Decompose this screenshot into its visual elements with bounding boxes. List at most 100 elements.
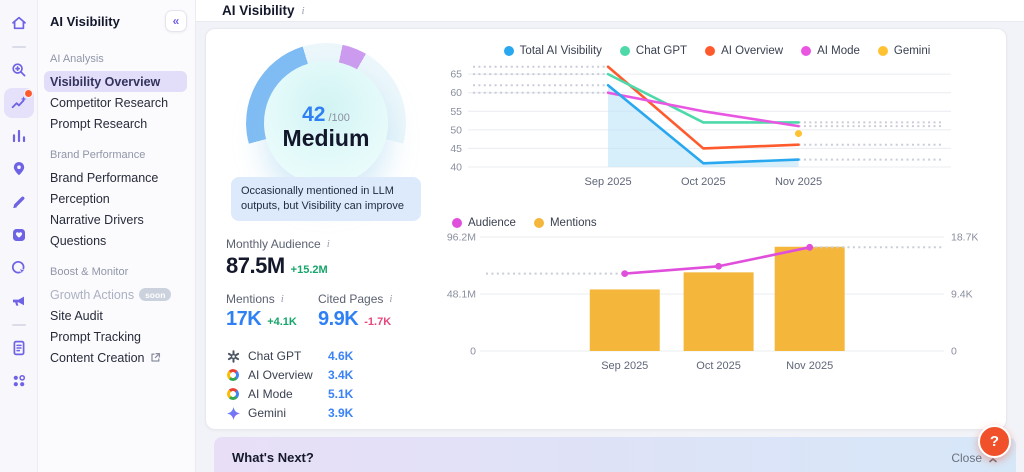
legend-label: Gemini <box>893 45 931 57</box>
svg-text:0: 0 <box>470 346 476 358</box>
keyword-research-icon <box>11 63 25 77</box>
sidebar-header: AI Visibility « <box>38 8 195 34</box>
sidebar-item-label: Content Creation <box>50 350 145 365</box>
legend-item-audience[interactable]: Audience <box>452 217 516 229</box>
external-link-icon <box>150 352 161 363</box>
legend-dot <box>619 46 630 56</box>
sidebar-section-label: Boost & Monitor <box>50 266 129 278</box>
traffic-icon <box>11 260 27 276</box>
local-seo-icon <box>13 162 24 176</box>
sidebar-item-perception[interactable]: Perception <box>44 188 187 209</box>
ai-visibility-card: 42 /100 Medium Occasionally mentioned in… <box>205 28 1007 430</box>
breakdown-name: Gemini <box>248 406 287 421</box>
info-icon[interactable]: i <box>389 293 392 305</box>
rail-apps-icon[interactable] <box>4 366 34 396</box>
home-icon <box>11 16 26 30</box>
reports-icon <box>13 340 24 356</box>
info-icon[interactable]: i <box>281 293 284 305</box>
legend-item-mentions[interactable]: Mentions <box>533 217 597 229</box>
sidebar-item-content-creation[interactable]: Content Creation <box>44 347 187 368</box>
visibility-score-value: 42 <box>302 102 326 126</box>
svg-text:96.2M: 96.2M <box>447 232 476 244</box>
sidebar-item-brand-performance[interactable]: Brand Performance <box>44 167 187 188</box>
visibility-trend-chart[interactable]: 40 45 50 55 60 65 Sep 2025 Oct 2025 Nov 2025 <box>444 57 990 207</box>
svg-text:40: 40 <box>450 162 462 174</box>
legend-item-total-ai-visibility[interactable]: Total AI Visibility <box>503 45 602 57</box>
sidebar-item-narrative-drivers[interactable]: Narrative Drivers <box>44 209 187 230</box>
gemini-icon <box>226 406 240 420</box>
stats-block: Monthly Audience i 87.5M +15.2M Mentions <box>222 237 430 423</box>
legend-dot <box>533 218 544 228</box>
info-icon[interactable]: i <box>327 238 330 250</box>
sidebar-collapse-button[interactable]: « <box>165 10 187 32</box>
legend-label: Mentions <box>549 217 597 229</box>
monthly-audience-delta: +15.2M <box>290 263 328 276</box>
svg-text:Nov 2025: Nov 2025 <box>775 176 822 188</box>
rail-keyword-research-icon[interactable] <box>4 55 34 85</box>
cited-pages-delta: -1.7K <box>364 315 392 328</box>
sidebar-item-growth-actions[interactable]: Growth Actions soon <box>44 284 187 305</box>
legend-item-ai-mode[interactable]: AI Mode <box>801 45 860 57</box>
mentions-stat: Mentions i 17K +4.1K <box>226 292 318 331</box>
svg-text:Sep 2025: Sep 2025 <box>584 176 631 188</box>
analytics-icon <box>12 129 25 143</box>
svg-text:Oct 2025: Oct 2025 <box>681 176 726 188</box>
monthly-audience-label: Monthly Audience <box>226 236 321 251</box>
rail-analytics-icon[interactable] <box>4 121 34 151</box>
sidebar-section-label: AI Analysis <box>50 53 104 65</box>
info-icon[interactable]: i <box>302 5 305 17</box>
sidebar-item-prompt-research[interactable]: Prompt Research <box>44 113 187 134</box>
rail-ai-toolkit-icon[interactable] <box>3 88 34 118</box>
sidebar-item-site-audit[interactable]: Site Audit <box>44 305 187 326</box>
sidebar-section-label: Brand Performance <box>50 149 146 161</box>
mentions-label: Mentions <box>226 291 275 306</box>
charts-column: Total AI Visibility Chat GPT AI Overview AI… <box>444 43 990 415</box>
svg-text:Nov 2025: Nov 2025 <box>786 360 833 372</box>
rail-local-seo-icon[interactable] <box>4 154 34 184</box>
mentions-breakdown: Chat GPT 4.6K AI Overview 3.4K AI Mode 5.1K Ge… <box>226 347 430 423</box>
legend-item-ai-overview[interactable]: AI Overview <box>705 45 783 57</box>
chatgpt-icon <box>227 349 239 363</box>
legend-item-gemini[interactable]: Gemini <box>877 45 931 57</box>
breakdown-value: 3.9K <box>328 406 354 421</box>
breakdown-value: 3.4K <box>328 368 354 383</box>
legend-dot <box>452 218 462 228</box>
soon-badge: soon <box>139 288 172 301</box>
audience-mentions-chart[interactable]: 0 0 48.1M 9.4K 96.2M 18.7K Sep 2025 Oct 2025 Nov… <box>444 229 990 379</box>
sidebar-item-label: Prompt Research <box>50 116 148 131</box>
rail-traffic-icon[interactable] <box>4 253 34 283</box>
rail-reports-icon[interactable] <box>4 333 34 363</box>
main-area: AI Visibility i 42 /100 Medium Occasiona… <box>196 0 1024 472</box>
breakdown-row-ai-overview: AI Overview 3.4K <box>226 366 430 385</box>
visibility-score-max: /100 <box>328 111 350 124</box>
svg-text:9.4K: 9.4K <box>951 289 973 301</box>
audience-chart-legend: Audience Mentions <box>444 217 990 229</box>
rail-home-icon[interactable] <box>4 8 34 38</box>
rail-content-icon[interactable] <box>4 187 34 217</box>
sidebar-item-label: Narrative Drivers <box>50 212 144 227</box>
sidebar-item-label: Site Audit <box>50 308 103 323</box>
sidebar-item-label: Visibility Overview <box>50 74 161 89</box>
sidebar-item-visibility-overview[interactable]: Visibility Overview <box>44 71 187 92</box>
legend-item-chat-gpt[interactable]: Chat GPT <box>619 45 687 57</box>
breakdown-value: 5.1K <box>328 387 354 402</box>
page-header: AI Visibility i <box>196 0 1024 22</box>
apps-icon <box>13 374 25 387</box>
sidebar-item-competitor-research[interactable]: Competitor Research <box>44 92 187 113</box>
sidebar-item-label: Prompt Tracking <box>50 329 142 344</box>
cited-pages-value: 9.9K <box>318 307 359 330</box>
breakdown-value: 4.6K <box>328 349 354 364</box>
mentions-delta: +4.1K <box>267 315 297 328</box>
sidebar-item-questions[interactable]: Questions <box>44 230 187 251</box>
legend-label: AI Overview <box>721 45 784 57</box>
rail-social-media-icon[interactable] <box>4 220 34 250</box>
rail-divider <box>11 324 26 326</box>
visibility-chart-legend: Total AI Visibility Chat GPT AI Overview AI… <box>444 45 990 57</box>
breakdown-row-chat-gpt: Chat GPT 4.6K <box>226 347 430 366</box>
sidebar-item-prompt-tracking[interactable]: Prompt Tracking <box>44 326 187 347</box>
sidebar-item-label: Perception <box>50 191 110 206</box>
rail-advertising-icon[interactable] <box>4 286 34 316</box>
help-button[interactable]: ? <box>978 425 1011 458</box>
svg-text:60: 60 <box>450 87 462 99</box>
sidebar-item-label: Questions <box>50 233 107 248</box>
